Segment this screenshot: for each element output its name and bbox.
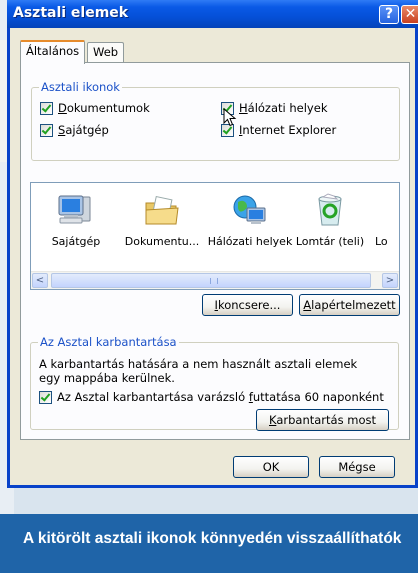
chevron-left-icon: <	[35, 275, 45, 286]
list-item[interactable]: Lomtár (teli)	[287, 189, 373, 248]
desktop-icons-group: Asztali ikonok Dokumentumok Hálózati hel…	[31, 80, 400, 161]
documents-checkbox[interactable]: Dokumentumok	[40, 100, 150, 116]
list-item[interactable]: Sajátgép	[33, 189, 119, 248]
grip-icon	[210, 278, 218, 284]
help-icon: ?	[384, 6, 394, 22]
recycle-bin-empty-icon	[373, 193, 400, 229]
checkbox-label: Dokumentumok	[58, 101, 150, 115]
checkbox-box[interactable]	[40, 101, 53, 115]
tab-web[interactable]: Web	[87, 42, 125, 62]
scroll-left-button[interactable]: <	[32, 273, 48, 288]
my-computer-icon	[58, 195, 91, 224]
icon-label: Lomtár (teli)	[295, 235, 365, 248]
checkbox-label: Sajátgép	[58, 123, 109, 137]
checkbox-box[interactable]	[39, 390, 52, 404]
icon-label: Hálózati helyek	[207, 235, 293, 248]
my-computer-checkbox[interactable]: Sajátgép	[40, 122, 109, 138]
window-title: Asztali elemek	[13, 5, 129, 21]
help-button[interactable]: ?	[379, 5, 399, 24]
change-icon-button[interactable]: Ikoncsere...	[202, 294, 293, 316]
cleanup-wizard-checkbox[interactable]: Az Asztal karbantartása varázsló futtatá…	[39, 389, 384, 405]
checkbox-box[interactable]	[40, 123, 53, 137]
checkbox-label: Az Asztal karbantartása varázsló futtatá…	[57, 390, 384, 404]
checkbox-label: Hálózati helyek	[239, 101, 328, 115]
list-item[interactable]: Dokumentu...	[119, 189, 205, 248]
recycle-bin-full-icon	[318, 193, 342, 226]
title-bar[interactable]: Asztali elemek ? ✕	[7, 0, 418, 28]
list-item[interactable]: Hálózati helyek	[207, 189, 293, 248]
close-button[interactable]: ✕	[401, 5, 418, 24]
caption-banner: A kitörölt asztali ikonok könnyedén viss…	[0, 514, 418, 573]
cleanup-now-button[interactable]: Karbantartás most	[256, 409, 389, 431]
documents-folder-icon	[145, 195, 179, 225]
mouse-pointer-icon	[223, 108, 237, 127]
scroll-right-button[interactable]: >	[382, 273, 398, 288]
internet-explorer-checkbox[interactable]: Internet Explorer	[221, 122, 336, 138]
icon-list[interactable]: Sajátgép Dokumentu... Hálózati helyek Lo…	[30, 182, 400, 290]
network-places-icon	[233, 195, 266, 224]
chevron-right-icon: >	[385, 275, 395, 286]
checkbox-label: Internet Explorer	[239, 123, 337, 137]
cancel-button[interactable]: Mégse	[319, 456, 395, 478]
caption-text: A kitörölt asztali ikonok könnyedén viss…	[23, 530, 402, 547]
desktop-cleanup-group: Az Asztal karbantartása A karbantartás h…	[30, 335, 399, 431]
restore-default-button[interactable]: Alapértelmezett	[299, 294, 400, 316]
dialog-window: Asztali elemek ? ✕ Általános Web Asztali…	[7, 0, 418, 488]
scroll-thumb[interactable]	[51, 273, 371, 288]
ok-button[interactable]: OK	[233, 456, 309, 478]
cleanup-description: A karbantartás hatására a nem használt a…	[39, 357, 358, 385]
icon-label: Dokumentu...	[124, 235, 200, 248]
icon-label: Sajátgép	[51, 235, 101, 248]
horizontal-scrollbar[interactable]: < >	[31, 271, 399, 289]
cleanup-legend: Az Asztal karbantartása	[38, 335, 179, 349]
icon-label: Lo	[375, 235, 388, 248]
close-icon: ✕	[404, 6, 417, 22]
list-item[interactable]: Lo	[373, 189, 400, 248]
desktop-icons-legend: Asztali ikonok	[39, 80, 122, 94]
tab-general[interactable]: Általános	[20, 40, 86, 64]
